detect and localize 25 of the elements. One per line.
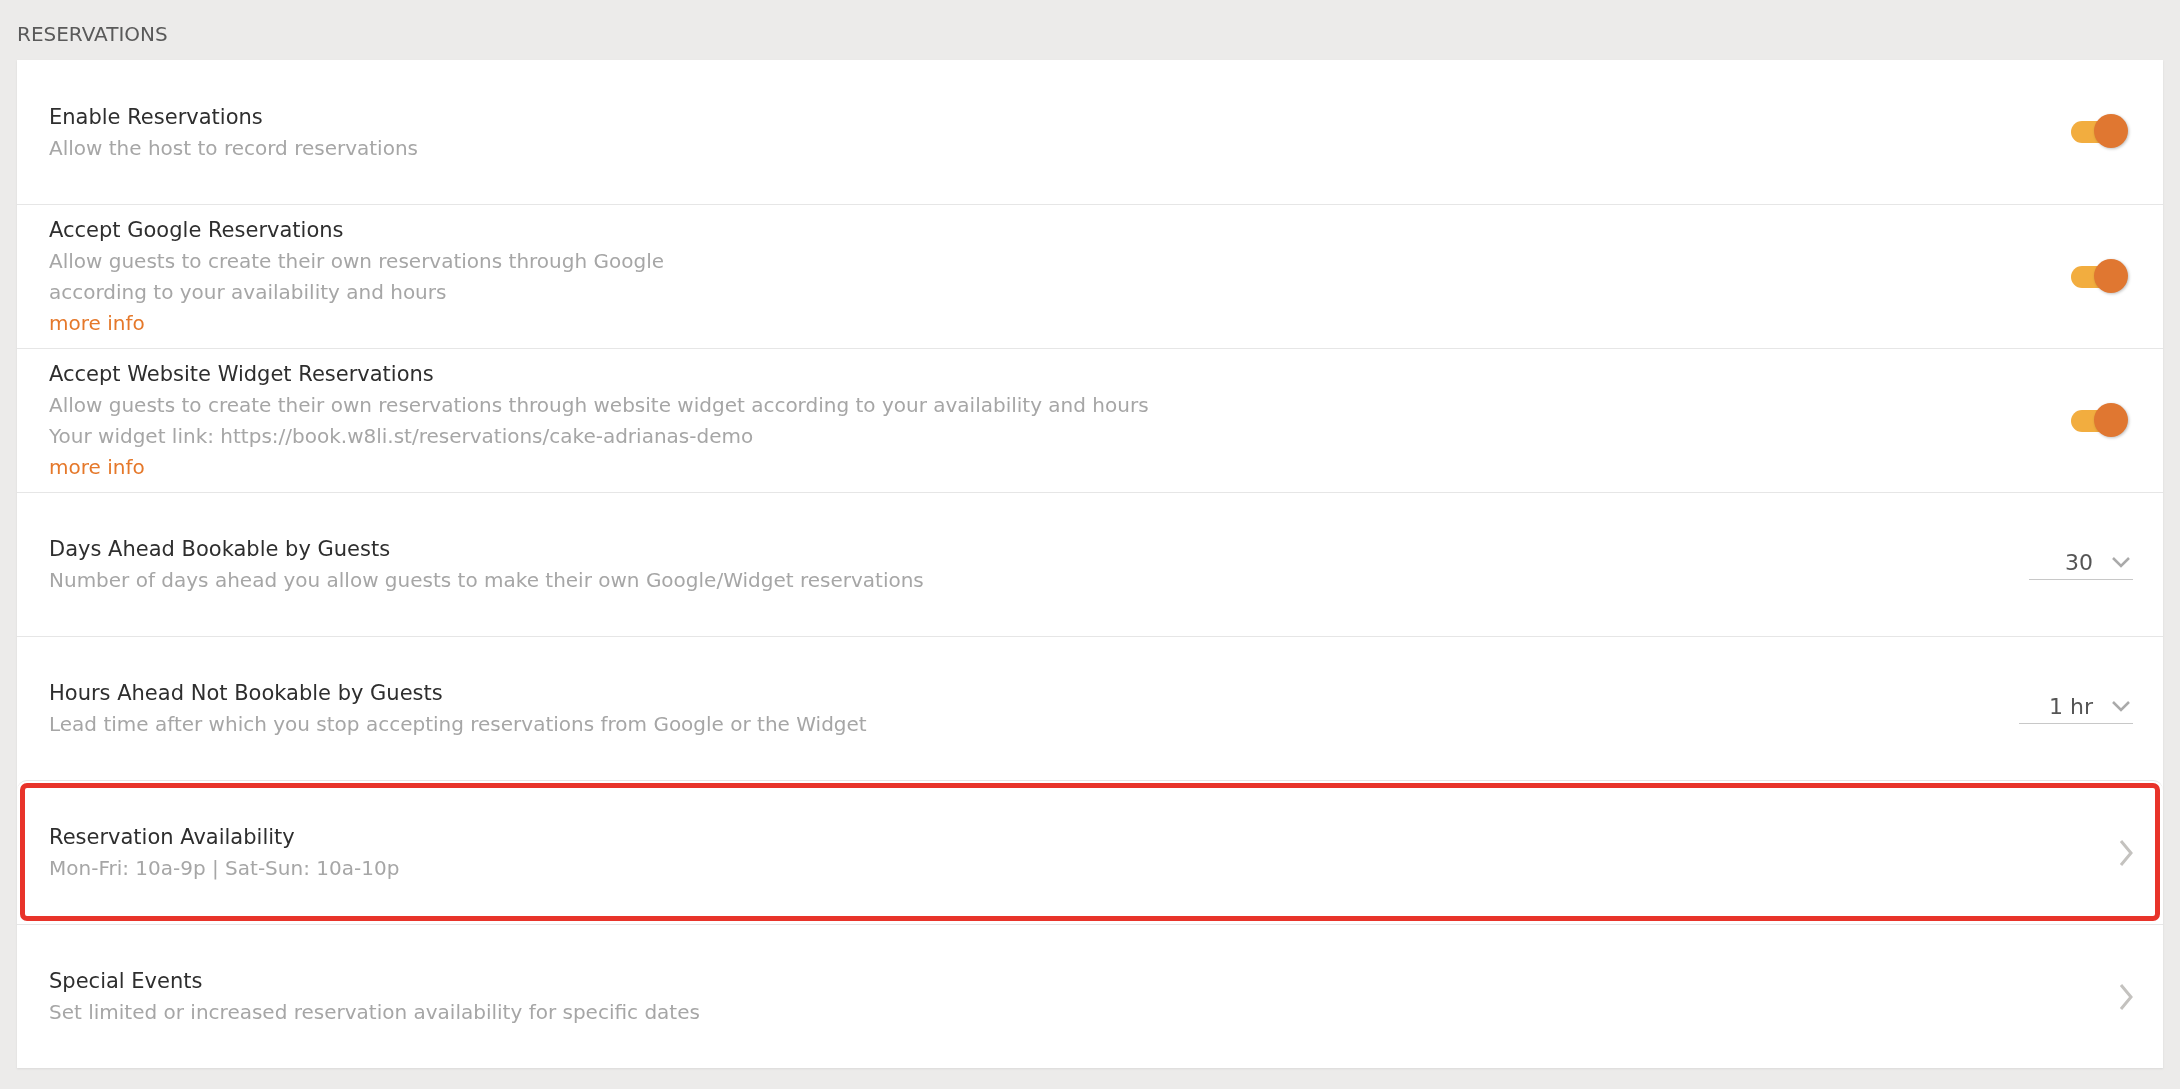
setting-description: Allow the host to record reservations: [49, 134, 418, 162]
dropdown-select[interactable]: 30: [2029, 549, 2133, 580]
setting-title: Enable Reservations: [49, 103, 263, 131]
setting-description: Lead time after which you stop accepting reservations from Google or the Widget: [49, 711, 867, 738]
settings-row[interactable]: Special Events Set limited or increased reservation availability for specific dates: [17, 924, 2163, 1068]
chevron-down-icon: [2111, 700, 2131, 712]
setting-title: Special Events: [49, 968, 203, 995]
setting-description: Mon-Fri: 10a-9p | Sat-Sun: 10a-10p: [49, 855, 400, 882]
setting-description: Set limited or increased reservation availability for specific dates: [49, 999, 700, 1026]
setting-description: Your widget link: https://book.w8li.st/reservations/cake-adrianas-demo: [49, 423, 754, 450]
setting-title: Days Ahead Bookable by Guests: [49, 536, 391, 563]
highlighted-settings-row[interactable]: Reservation Availability Mon-Fri: 10a-9p | Sat-Sun: 10a-10p: [17, 780, 2163, 924]
chevron-down-icon: [2111, 556, 2131, 568]
chevron-right-icon: [2119, 838, 2133, 867]
setting-description: according to your availability and hours: [49, 279, 447, 306]
chevron-right-icon: [2119, 982, 2133, 1011]
setting-description: Number of days ahead you allow guests to make their own Google/Widget reservations: [49, 567, 924, 594]
setting-description: Allow guests to create their own reservations through Google: [49, 248, 664, 275]
dropdown-select[interactable]: 1 hr: [2019, 693, 2133, 724]
setting-title: Accept Google Reservations: [49, 217, 344, 244]
section-title: RESERVATIONS: [17, 21, 169, 48]
setting-description: Allow guests to create their own reservations through website widget according to your availability and hours: [49, 392, 1149, 419]
setting-title: Hours Ahead Not Bookable by Guests: [49, 680, 443, 707]
setting-title: Accept Website Widget Reservations: [49, 361, 434, 388]
setting-title: Reservation Availability: [49, 824, 295, 851]
